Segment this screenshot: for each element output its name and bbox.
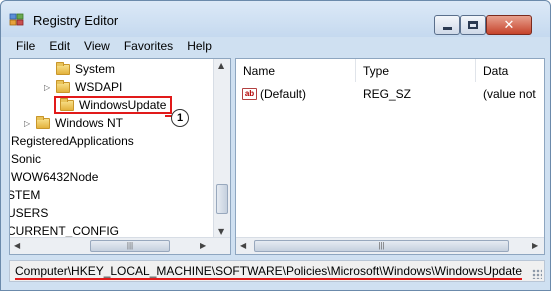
maximize-icon: [468, 21, 478, 29]
registry-editor-icon: [9, 13, 24, 26]
tree-vertical-scrollbar[interactable]: ▲ ▼: [213, 59, 230, 239]
close-icon: ✕: [503, 17, 515, 33]
tree-item-registeredapplications[interactable]: RegisteredApplications: [11, 132, 134, 150]
tree-item-system[interactable]: System: [44, 60, 115, 78]
folder-icon: [56, 61, 70, 75]
folder-icon: [60, 97, 74, 111]
menu-bar: File Edit View Favorites Help: [9, 38, 219, 56]
expand-arrow-icon[interactable]: ▷: [44, 83, 53, 92]
menu-view[interactable]: View: [77, 38, 117, 56]
registry-path: Computer\HKEY_LOCAL_MACHINE\SOFTWARE\Pol…: [15, 264, 523, 280]
scroll-down-icon[interactable]: ▼: [218, 227, 224, 236]
tree-item-label: WSDAPI: [75, 80, 123, 94]
column-header-data[interactable]: Data: [476, 59, 544, 82]
tree-item-windows-nt[interactable]: ▷ Windows NT: [24, 114, 123, 132]
scrollbar-thumb[interactable]: |||: [90, 240, 170, 252]
tree-item-label: WindowsUpdate: [79, 98, 167, 112]
resize-grip-icon[interactable]: [532, 269, 542, 279]
tree-item-label: Windows NT: [55, 116, 124, 130]
values-pane[interactable]: Name Type Data ab (Default) REG_SZ (valu…: [235, 58, 545, 255]
scroll-right-icon[interactable]: ▶: [532, 241, 538, 250]
menu-edit[interactable]: Edit: [42, 38, 77, 56]
tree-item-system-hive[interactable]: STEM: [9, 186, 41, 204]
menu-help[interactable]: Help: [180, 38, 219, 56]
column-header-type[interactable]: Type: [356, 59, 476, 82]
status-bar: Computer\HKEY_LOCAL_MACHINE\SOFTWARE\Pol…: [9, 260, 545, 282]
folder-icon: [36, 115, 50, 129]
folder-icon: [56, 79, 70, 93]
tree-item-label: Sonic: [11, 152, 42, 166]
expand-arrow-icon[interactable]: ▷: [24, 119, 33, 128]
tree-item-label: CURRENT_CONFIG: [9, 224, 120, 238]
tree-item-label: System: [75, 62, 116, 76]
string-value-icon: ab: [242, 88, 257, 100]
scroll-left-icon[interactable]: ◀: [14, 241, 20, 250]
tree-item-label: USERS: [9, 206, 49, 220]
tree-pane[interactable]: System ▷ WSDAPI WindowsUpdate 1 ▷ Window…: [9, 58, 231, 255]
tree-item-windowsupdate[interactable]: WindowsUpdate: [44, 96, 173, 114]
values-horizontal-scrollbar[interactable]: ◀ ||| ▶: [236, 237, 544, 254]
tree-item-label: WOW6432Node: [11, 170, 99, 184]
value-type: REG_SZ: [363, 87, 412, 101]
column-header-name[interactable]: Name: [236, 59, 356, 82]
title-bar[interactable]: Registry Editor ✕: [1, 1, 550, 37]
menu-favorites[interactable]: Favorites: [117, 38, 180, 56]
tree-item-wsdapi[interactable]: ▷ WSDAPI: [44, 78, 122, 96]
close-button[interactable]: ✕: [486, 15, 532, 35]
value-type-cell: REG_SZ: [363, 85, 411, 103]
value-row[interactable]: ab (Default): [242, 85, 306, 103]
tree-item-sonic[interactable]: Sonic: [11, 150, 41, 168]
tree-item-users[interactable]: USERS: [9, 204, 49, 222]
tree-item-label: STEM: [9, 188, 41, 202]
maximize-button[interactable]: [460, 15, 486, 35]
registry-editor-window: Registry Editor ✕ File Edit View Favorit…: [0, 0, 551, 291]
value-name: (Default): [260, 87, 307, 101]
minimize-button[interactable]: [434, 15, 460, 35]
tree-item-wow6432node[interactable]: WOW6432Node: [11, 168, 98, 186]
tree-horizontal-scrollbar[interactable]: ◀ ||| ▶: [10, 237, 230, 254]
step-callout-badge: 1: [171, 109, 189, 127]
selected-key-highlight[interactable]: WindowsUpdate: [54, 96, 173, 114]
scrollbar-thumb[interactable]: |||: [254, 240, 509, 252]
tree-item-label: RegisteredApplications: [11, 134, 134, 148]
scroll-up-icon[interactable]: ▲: [218, 61, 224, 70]
scroll-left-icon[interactable]: ◀: [240, 241, 246, 250]
minimize-icon: [442, 26, 452, 30]
value-data: (value not: [483, 87, 536, 101]
scroll-right-icon[interactable]: ▶: [200, 241, 206, 250]
scrollbar-thumb[interactable]: [216, 184, 228, 214]
window-title: Registry Editor: [33, 13, 119, 28]
menu-file[interactable]: File: [9, 38, 42, 56]
value-data-cell: (value not: [483, 85, 536, 103]
